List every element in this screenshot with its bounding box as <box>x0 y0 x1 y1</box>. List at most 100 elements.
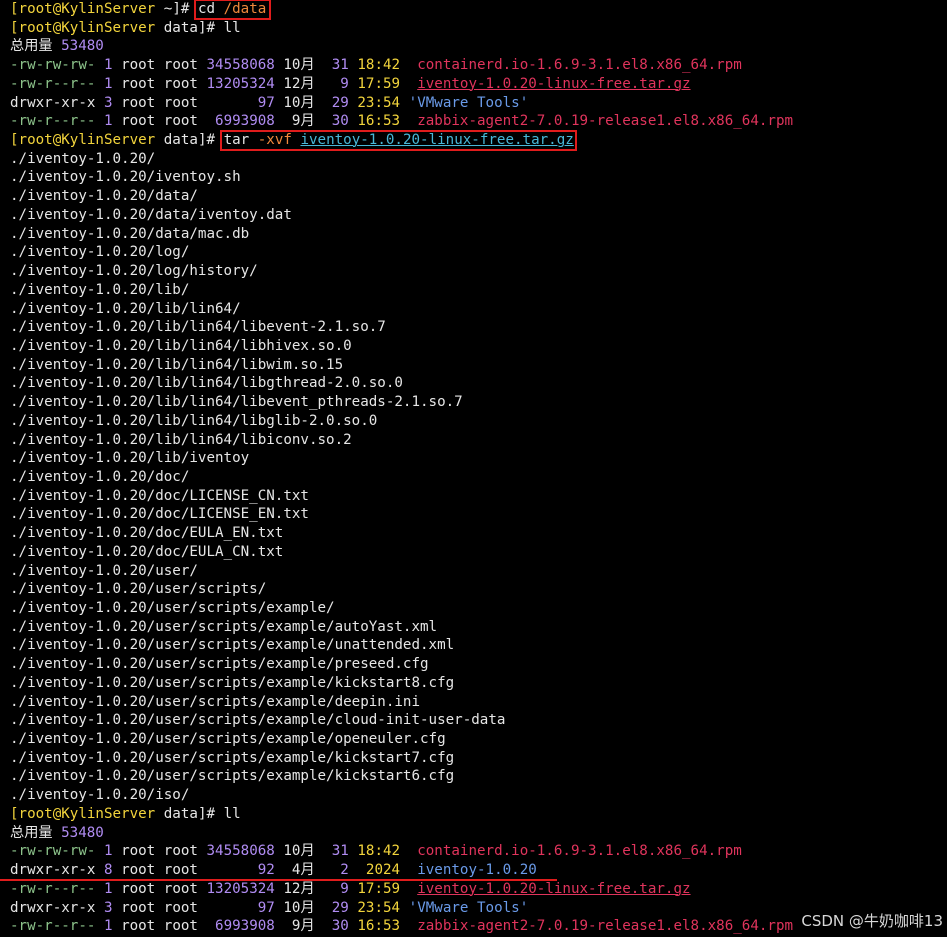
tar-output-line: ./iventoy-1.0.20/doc/ <box>10 468 940 487</box>
tar-output-line: ./iventoy-1.0.20/user/scripts/example/cl… <box>10 711 940 730</box>
extracted-path: ./iventoy-1.0.20/lib/ <box>10 281 190 298</box>
file-owner: root <box>121 57 156 74</box>
command-line-ll-2: [root@KylinServer data]# ll <box>10 805 940 824</box>
file-name: iventoy-1.0.20 <box>417 862 537 879</box>
file-group: root <box>163 862 198 879</box>
file-size: 97 <box>206 899 275 916</box>
link-count: 3 <box>103 899 113 916</box>
link-count: 1 <box>103 843 113 860</box>
tar-output-line: ./iventoy-1.0.20/user/scripts/example/ki… <box>10 674 940 693</box>
prompt-cwd: data <box>163 19 198 36</box>
prompt-cwd: data <box>163 805 198 822</box>
tar-output-line: ./iventoy-1.0.20/lib/ <box>10 281 940 300</box>
listing-row: drwxr-xr-x 8 root root 92 4月 2 2024 iven… <box>0 861 940 882</box>
file-permissions: -rw-r--r-- <box>10 880 96 897</box>
tar-output-line: ./iventoy-1.0.20/lib/lin64/libiconv.so.2 <box>10 431 940 450</box>
prompt-user-host: [root@KylinServer <box>10 805 156 822</box>
listing-row: -rw-r--r-- 1 root root 13205324 12月 9 17… <box>10 880 940 899</box>
file-month: 12月 <box>283 880 315 897</box>
tar-output-line: ./iventoy-1.0.20/doc/LICENSE_CN.txt <box>10 487 940 506</box>
prompt-symbol: ]# <box>197 805 216 822</box>
command-ll: ll <box>223 805 241 822</box>
extracted-path: ./iventoy-1.0.20/doc/ <box>10 468 190 485</box>
file-size: 34558068 <box>206 57 275 74</box>
file-name: zabbix-agent2-7.0.19-release1.el8.x86_64… <box>417 918 794 935</box>
csdn-watermark: CSDN @牛奶咖啡13 <box>801 912 943 930</box>
tar-output-line: ./iventoy-1.0.20/lib/lin64/libhivex.so.0 <box>10 337 940 356</box>
file-name: zabbix-agent2-7.0.19-release1.el8.x86_64… <box>417 113 794 130</box>
file-group: root <box>163 75 198 92</box>
link-count: 1 <box>103 880 113 897</box>
file-owner: root <box>121 113 156 130</box>
file-month: 9月 <box>283 918 315 935</box>
tar-output-line: ./iventoy-1.0.20/lib/lin64/libwim.so.15 <box>10 356 940 375</box>
file-month: 10月 <box>283 94 315 111</box>
tar-output-line: ./iventoy-1.0.20/iventoy.sh <box>10 168 940 187</box>
file-time: 17:59 <box>357 880 401 897</box>
extracted-path: ./iventoy-1.0.20/doc/LICENSE_EN.txt <box>10 506 309 523</box>
extracted-path: ./iventoy-1.0.20/user/scripts/example/au… <box>10 618 438 635</box>
tar-output-line: ./iventoy-1.0.20/lib/lin64/ <box>10 300 940 319</box>
file-name: containerd.io-1.6.9-3.1.el8.x86_64.rpm <box>417 843 742 860</box>
file-month: 9月 <box>283 113 315 130</box>
extracted-path: ./iventoy-1.0.20/doc/EULA_CN.txt <box>10 543 284 560</box>
file-group: root <box>163 880 198 897</box>
terminal-output[interactable]: [root@KylinServer ~]# cd /data [root@Kyli… <box>0 0 940 936</box>
file-day: 30 <box>323 113 349 130</box>
link-count: 3 <box>103 94 113 111</box>
command-cd: cd <box>197 1 216 17</box>
file-time: 18:42 <box>357 843 401 860</box>
extracted-path: ./iventoy-1.0.20/user/scripts/example/cl… <box>10 712 506 729</box>
extracted-path: ./iventoy-1.0.20/lib/lin64/libgthread-2.… <box>10 375 403 392</box>
tar-output-line: ./iventoy-1.0.20/user/scripts/example/pr… <box>10 655 940 674</box>
extracted-path: ./iventoy-1.0.20/lib/lin64/libevent-2.1.… <box>10 319 386 336</box>
link-count: 1 <box>103 75 113 92</box>
file-time: 16:53 <box>357 113 401 130</box>
file-month: 10月 <box>283 843 315 860</box>
tar-output-line: ./iventoy-1.0.20/log/history/ <box>10 262 940 281</box>
tar-output-line: ./iventoy-1.0.20/data/iventoy.dat <box>10 206 940 225</box>
extracted-path: ./iventoy-1.0.20/user/scripts/example/ki… <box>10 674 455 691</box>
file-size: 6993908 <box>206 918 275 935</box>
file-day: 9 <box>323 880 349 897</box>
link-count: 1 <box>103 918 113 935</box>
command-line-cd: [root@KylinServer ~]# cd /data <box>10 0 940 20</box>
prompt-symbol: ]# <box>197 19 216 36</box>
tar-output-line: ./iventoy-1.0.20/doc/LICENSE_EN.txt <box>10 505 940 524</box>
extracted-path: ./iventoy-1.0.20/user/scripts/ <box>10 581 267 598</box>
prompt-user-host: [root@KylinServer <box>10 1 156 17</box>
extracted-path: ./iventoy-1.0.20/user/scripts/example/un… <box>10 637 455 654</box>
extracted-path: ./iventoy-1.0.20/lib/iventoy <box>10 450 250 467</box>
file-permissions: drwxr-xr-x <box>10 862 96 879</box>
extracted-path: ./iventoy-1.0.20/lib/lin64/libhivex.so.0 <box>10 337 352 354</box>
command-tar-flag: -xvf <box>257 132 292 149</box>
file-time: 17:59 <box>357 75 401 92</box>
extracted-path: ./iventoy-1.0.20/lib/lin64/libwim.so.15 <box>10 356 344 373</box>
listing-row: -rw-r--r-- 1 root root 6993908 9月 30 16:… <box>10 112 940 131</box>
file-time: 2024 <box>357 862 401 879</box>
extracted-path: ./iventoy-1.0.20/lib/lin64/ <box>10 300 241 317</box>
extracted-path: ./iventoy-1.0.20/log/history/ <box>10 263 258 280</box>
file-permissions: -rw-rw-rw- <box>10 57 96 74</box>
file-name: 'VMware Tools' <box>408 899 529 916</box>
file-time: 23:54 <box>357 899 401 916</box>
tar-output-line: ./iventoy-1.0.20/doc/EULA_CN.txt <box>10 543 940 562</box>
file-name: containerd.io-1.6.9-3.1.el8.x86_64.rpm <box>417 57 742 74</box>
tar-output-line: ./iventoy-1.0.20/lib/lin64/libevent_pthr… <box>10 393 940 412</box>
file-size: 13205324 <box>206 880 275 897</box>
total-line: 总用量 53480 <box>10 37 940 56</box>
listing-row: -rw-rw-rw- 1 root root 34558068 10月 31 1… <box>10 842 940 861</box>
prompt-symbol: ]# <box>172 1 190 17</box>
tar-output-line: ./iventoy-1.0.20/lib/lin64/libgthread-2.… <box>10 374 940 393</box>
file-month: 4月 <box>283 862 315 879</box>
total-label: 总用量 <box>10 38 53 55</box>
tar-output-line: ./iventoy-1.0.20/data/ <box>10 187 940 206</box>
tar-output-line: ./iventoy-1.0.20/user/ <box>10 562 940 581</box>
tar-output-line: ./iventoy-1.0.20/lib/lin64/libevent-2.1.… <box>10 318 940 337</box>
extracted-path: ./iventoy-1.0.20/data/ <box>10 188 198 205</box>
tar-output-line: ./iventoy-1.0.20/lib/lin64/libglib-2.0.s… <box>10 412 940 431</box>
command-line-ll: [root@KylinServer data]# ll <box>10 19 940 38</box>
extracted-path: ./iventoy-1.0.20/lib/lin64/libevent_pthr… <box>10 394 463 411</box>
link-count: 8 <box>103 862 113 879</box>
file-size: 34558068 <box>206 843 275 860</box>
